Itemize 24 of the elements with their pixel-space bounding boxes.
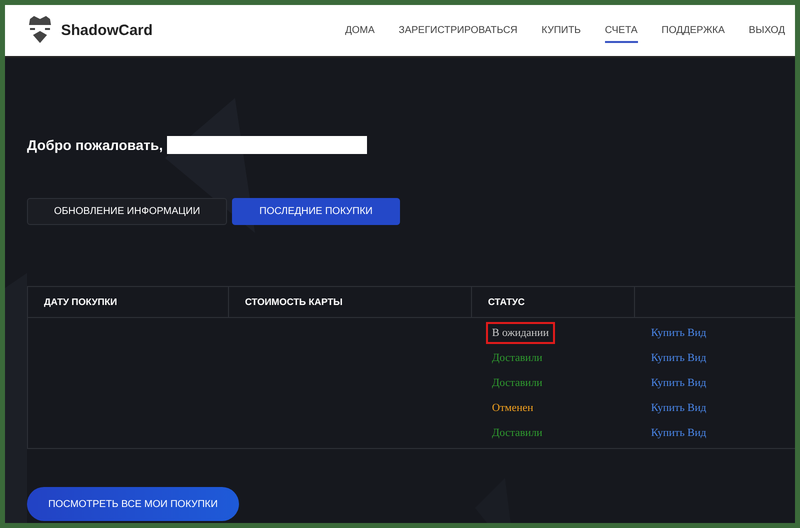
nav-link[interactable]: ВЫХОД xyxy=(748,5,785,56)
welcome-text: Добро пожаловать, xyxy=(27,137,163,153)
status-text: Отменен xyxy=(491,400,534,416)
column-header: ДАТУ ПОКУПКИ xyxy=(28,287,229,317)
buy-link[interactable]: Купить Вид xyxy=(635,426,706,438)
column-header: СТОИМОСТЬ КАРТЫ xyxy=(229,287,472,317)
brand-name: ShadowCard xyxy=(61,22,153,39)
nav-link[interactable]: СЧЕТА xyxy=(604,5,638,56)
buy-link[interactable]: Купить Вид xyxy=(635,402,706,414)
nav-link[interactable]: КУПИТЬ xyxy=(542,5,581,56)
status-text: Доставили xyxy=(491,350,544,366)
view-all-button[interactable]: ПОСМОТРЕТЬ ВСЕ МОИ ПОКУПКИ xyxy=(27,487,239,521)
buy-link[interactable]: Купить Вид xyxy=(635,376,706,388)
tab[interactable]: ПОСЛЕДНИЕ ПОКУПКИ xyxy=(232,198,400,225)
nav-link[interactable]: ДОМА xyxy=(345,5,375,56)
status-text: В ожидании xyxy=(486,322,555,344)
column-header: СТАТУС xyxy=(472,287,635,317)
tab[interactable]: ОБНОВЛЕНИЕ ИНФОРМАЦИИ xyxy=(27,198,227,225)
nav-link[interactable]: ЗАРЕГИСТРИРОВАТЬСЯ xyxy=(398,5,518,56)
status-text: Доставили xyxy=(491,426,544,440)
status-text: Доставили xyxy=(491,376,544,390)
buy-link[interactable]: Купить Вид xyxy=(635,352,706,364)
nav-link[interactable]: ПОДДЕРЖКА xyxy=(662,5,725,56)
buy-link[interactable]: Купить Вид xyxy=(635,326,706,338)
